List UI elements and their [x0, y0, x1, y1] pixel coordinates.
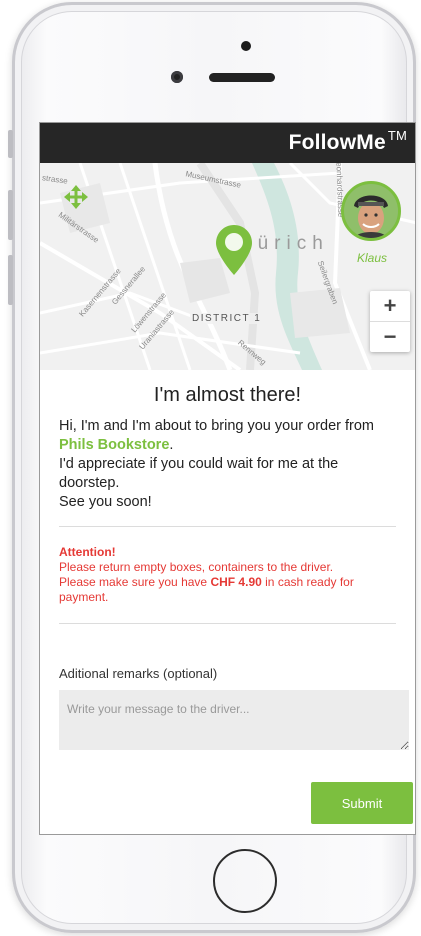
divider: [59, 623, 396, 624]
zoom-control: + −: [370, 291, 410, 352]
message-panel: I'm almost there! Hi, I'm and I'm about …: [40, 384, 415, 750]
app-header: FollowMe TM: [40, 123, 415, 163]
driver-avatar: [341, 181, 401, 241]
volume-up-button: [8, 190, 13, 240]
message-line: See you soon!: [59, 494, 152, 510]
attention-line: Please make sure you have: [59, 575, 208, 589]
remarks-label: Aditional remarks (optional): [59, 666, 218, 681]
location-pin-icon[interactable]: [216, 225, 252, 275]
zoom-in-button[interactable]: +: [370, 291, 410, 321]
sensor-dot: [241, 41, 251, 51]
store-name: Phils Bookstore: [59, 437, 170, 453]
attention-title: Attention!: [59, 545, 116, 559]
driver-message: Hi, I'm and I'm about to bring you your …: [59, 417, 396, 512]
message-punctuation: .: [169, 437, 174, 453]
payment-amount: CHF 4.90: [210, 575, 262, 589]
app-screen: FollowMe TM strasse Museumstrasse Militär…: [39, 122, 416, 835]
home-button[interactable]: [213, 849, 277, 913]
driver-name: Klaus: [357, 251, 388, 265]
district-label: DISTRICT 1: [190, 313, 264, 324]
city-label: Zürich: [240, 233, 329, 254]
message-line: I'd appreciate if you could wait for me …: [59, 456, 339, 491]
submit-button[interactable]: Submit: [311, 782, 413, 824]
mute-switch: [8, 130, 13, 158]
zoom-out-button[interactable]: −: [370, 321, 410, 352]
message-line: Hi, I'm and I'm about to bring you your …: [59, 418, 375, 434]
divider: [59, 526, 396, 527]
brand-logo: FollowMe TM: [288, 128, 407, 154]
map-view[interactable]: strasse Museumstrasse Militärstrasse Kas…: [40, 163, 415, 370]
move-icon[interactable]: [64, 185, 88, 209]
volume-down-button: [8, 255, 13, 305]
attention-line: Please return empty boxes, containers to…: [59, 560, 334, 574]
earpiece-speaker: [209, 73, 275, 82]
remarks-input[interactable]: [59, 690, 409, 750]
attention-notice: Attention! Please return empty boxes, co…: [59, 545, 396, 605]
page-title: I'm almost there!: [153, 384, 302, 406]
front-camera: [171, 71, 183, 83]
